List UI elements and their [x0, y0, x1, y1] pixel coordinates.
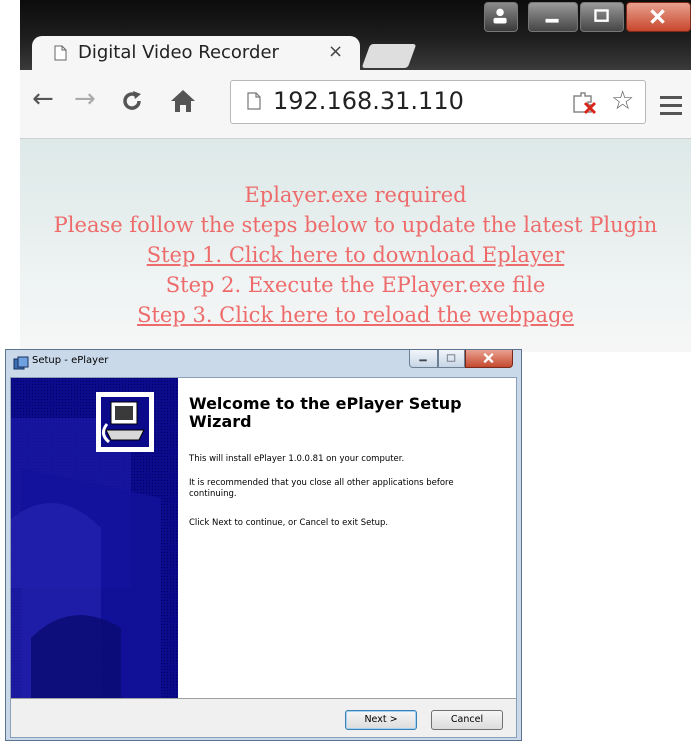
download-eplayer-link[interactable]: Step 1. Click here to download Eplayer — [147, 243, 565, 267]
maximize-icon[interactable] — [438, 350, 465, 368]
installer-icon — [96, 392, 154, 452]
window-close-icon[interactable] — [626, 2, 691, 32]
setup-app-icon — [13, 356, 29, 370]
browser-window: Digital Video Recorder × ← → 192.168.31.… — [20, 0, 691, 352]
new-tab-button[interactable] — [361, 44, 417, 68]
dialog-titlebar: Setup - ePlayer — [6, 350, 521, 376]
page-content: Eplayer.exe required Please follow the s… — [20, 139, 691, 352]
browser-toolbar: ← → 192.168.31.110 ☆ — [20, 70, 691, 139]
recommendation-text: It is recommended that you close all oth… — [189, 478, 454, 499]
setup-dialog: Setup - ePlayer Welcome to the ePlayer S… — [5, 349, 522, 741]
reload-icon[interactable] — [120, 89, 144, 113]
eplayer-required-text: Eplayer.exe required — [244, 183, 467, 207]
back-icon[interactable]: ← — [32, 84, 54, 114]
next-button[interactable]: Next > — [345, 710, 417, 730]
install-info-text: This will install ePlayer 1.0.0.81 on yo… — [189, 454, 405, 464]
dialog-title: Setup - ePlayer — [32, 355, 109, 366]
browser-titlebar: Digital Video Recorder × — [20, 0, 691, 72]
dialog-body: Welcome to the ePlayer Setup Wizard This… — [10, 377, 517, 738]
user-icon[interactable] — [484, 2, 518, 32]
plugin-blocked-icon[interactable] — [571, 90, 599, 116]
step2-text: Step 2. Execute the EPlayer.exe file — [165, 273, 546, 297]
dialog-divider — [11, 698, 516, 699]
step3-link-row: Step 3. Click here to reload the webpage — [20, 303, 691, 327]
close-icon[interactable]: × — [328, 41, 343, 62]
wizard-side-panel — [11, 378, 178, 698]
welcome-heading: Welcome to the ePlayer Setup Wizard — [189, 394, 462, 431]
close-icon[interactable] — [465, 350, 513, 368]
reload-page-link[interactable]: Step 3. Click here to reload the webpage — [137, 303, 574, 327]
tab-title: Digital Video Recorder — [78, 42, 279, 63]
wizard-artwork — [11, 378, 178, 698]
menu-icon[interactable] — [660, 96, 682, 120]
minimize-icon[interactable] — [409, 350, 438, 368]
tab-digital-video-recorder[interactable]: Digital Video Recorder × — [32, 36, 360, 72]
welcome-area: Welcome to the ePlayer Setup Wizard This… — [178, 378, 516, 698]
step1-link-row: Step 1. Click here to download Eplayer — [20, 243, 691, 267]
cancel-button[interactable]: Cancel — [431, 710, 503, 730]
page-icon — [247, 92, 261, 110]
page-icon — [54, 45, 67, 61]
maximize-icon[interactable] — [580, 2, 624, 32]
star-icon[interactable]: ☆ — [611, 86, 634, 116]
url-text: 192.168.31.110 — [273, 87, 464, 115]
continue-instructions-text: Click Next to continue, or Cancel to exi… — [189, 518, 389, 528]
instructions-text: Please follow the steps below to update … — [53, 213, 658, 237]
home-icon[interactable] — [170, 88, 196, 114]
minimize-icon[interactable] — [528, 2, 578, 32]
address-bar[interactable]: 192.168.31.110 ☆ — [230, 80, 646, 124]
forward-icon[interactable]: → — [74, 84, 96, 114]
